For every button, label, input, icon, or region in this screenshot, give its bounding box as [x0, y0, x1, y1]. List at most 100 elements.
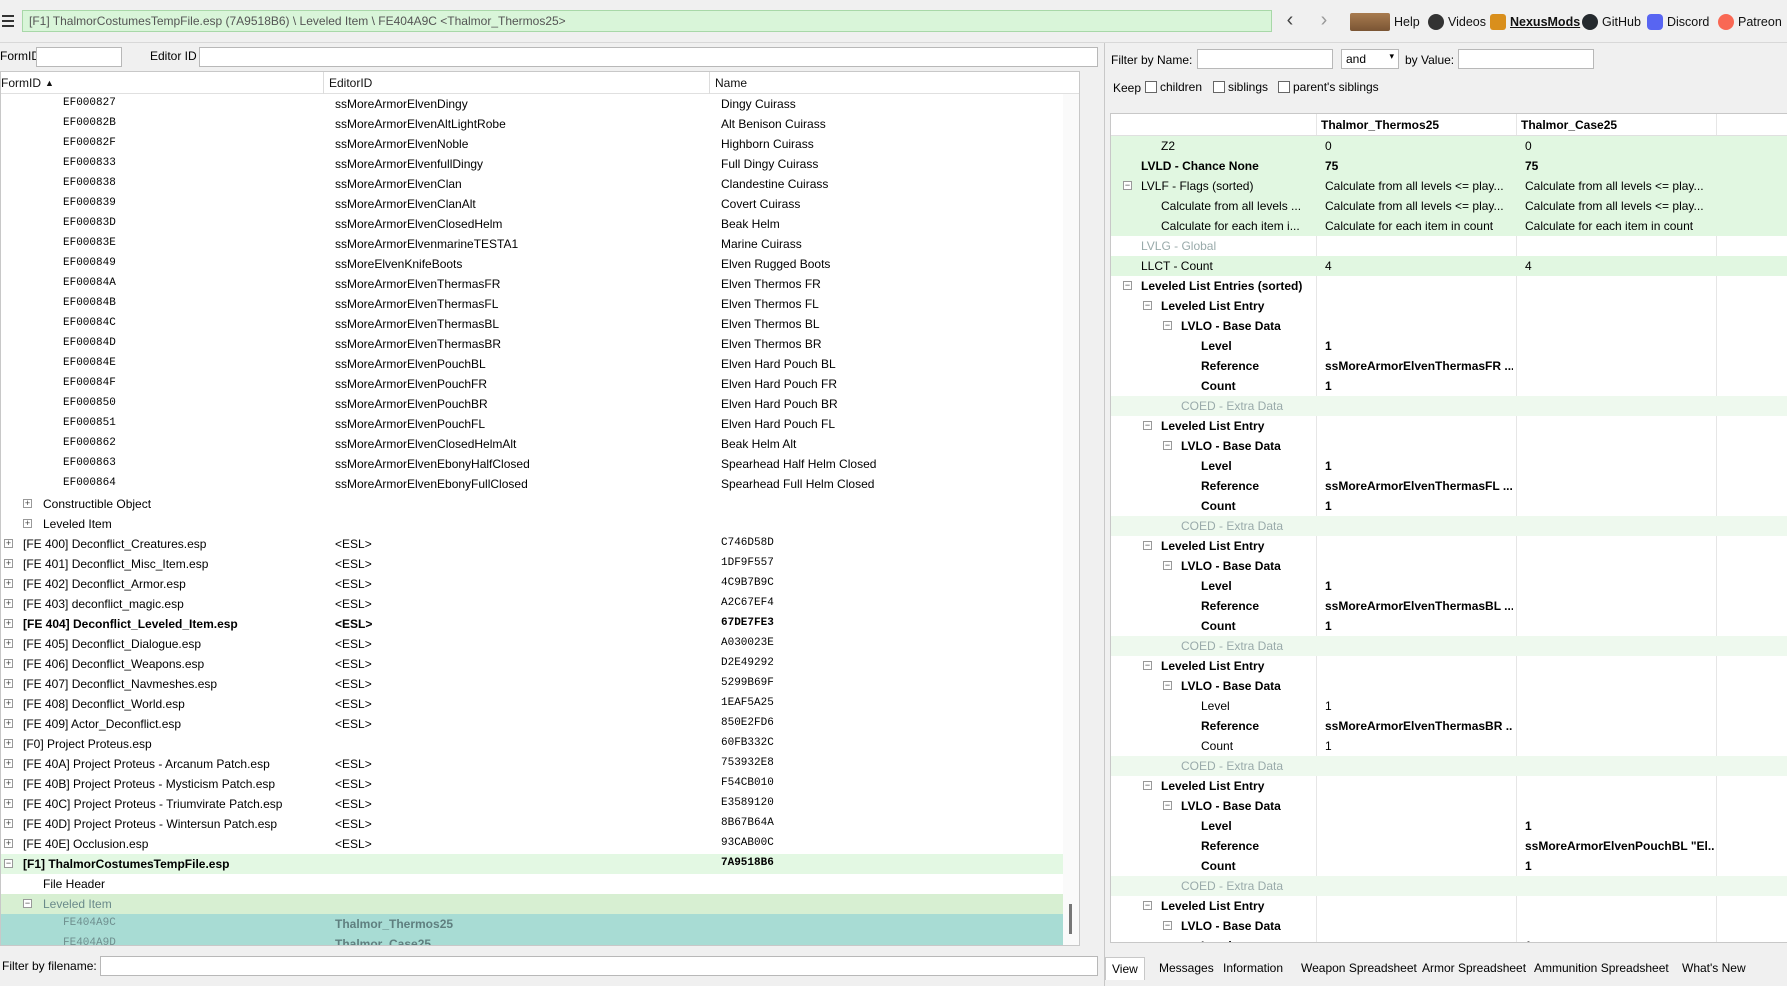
collapse-icon[interactable]: − [1143, 421, 1152, 430]
expand-icon[interactable]: + [4, 839, 13, 848]
field-row[interactable]: Count 1 [1111, 856, 1787, 876]
expand-icon[interactable]: + [4, 659, 13, 668]
base-data[interactable]: − LVLO - Base Data [1111, 676, 1787, 696]
table-row[interactable]: EF00084D ssMoreArmorElvenThermasBR Elven T… [1, 334, 1079, 354]
plugin-row[interactable]: + [FE 40A] Project Proteus - Arcanum Patc… [1, 754, 1079, 774]
record-path-bar[interactable]: [F1] ThalmorCostumesTempFile.esp (7A9518… [22, 10, 1272, 32]
active-plugin-row[interactable]: − [F1] ThalmorCostumesTempFile.esp 7A9518B… [1, 854, 1079, 874]
videos-link[interactable]: Videos [1428, 12, 1486, 32]
leveled-list-entry[interactable]: − Leveled List Entry [1111, 296, 1787, 316]
expand-icon[interactable]: + [4, 719, 13, 728]
field-row[interactable]: Count 1 [1111, 376, 1787, 396]
field-row[interactable]: Level 1 [1111, 696, 1787, 716]
plugin-row[interactable]: + [FE 40E] Occlusion.esp <ESL> 93CAB00C [1, 834, 1079, 854]
column-thalmor-case25[interactable]: Thalmor_Case25 [1521, 118, 1617, 132]
plugin-row[interactable]: + [FE 400] Deconflict_Creatures.esp <ESL> C… [1, 534, 1079, 554]
collapse-icon[interactable]: − [1163, 681, 1172, 690]
editorid-column-header[interactable]: EditorID [329, 76, 372, 90]
table-row[interactable]: EF00083D ssMoreArmorElvenClosedHelm Beak H… [1, 214, 1079, 234]
leveled-list-entry[interactable]: − Leveled List Entry [1111, 896, 1787, 916]
field-row[interactable]: Level 1 [1111, 576, 1787, 596]
plugin-row[interactable]: + [F0] Project Proteus.esp 60FB332C [1, 734, 1079, 754]
table-row[interactable]: EF000850 ssMoreArmorElvenPouchBR Elven Har… [1, 394, 1079, 414]
expand-icon[interactable]: + [4, 799, 13, 808]
field-row[interactable]: Level 1 [1111, 336, 1787, 356]
field-row[interactable]: Calculate for each item i... Calculate fo… [1111, 216, 1787, 236]
forward-arrow-icon[interactable]: › [1312, 8, 1336, 34]
field-row[interactable]: Calculate from all levels ... Calculate f… [1111, 196, 1787, 216]
collapse-icon[interactable]: − [1163, 801, 1172, 810]
base-data[interactable]: − LVLO - Base Data [1111, 916, 1787, 936]
leveled-list-entry[interactable]: − Leveled List Entry [1111, 656, 1787, 676]
formid-search-input[interactable] [36, 47, 122, 67]
column-thalmor-thermos25[interactable]: Thalmor_Thermos25 [1321, 118, 1439, 132]
field-row[interactable]: LVLG - Global [1111, 236, 1787, 256]
leveled-list-entry[interactable]: − Leveled List Entry [1111, 776, 1787, 796]
plugin-row[interactable]: + [FE 40D] Project Proteus - Wintersun Pa… [1, 814, 1079, 834]
expand-icon[interactable]: + [4, 699, 13, 708]
tree-group[interactable]: + Leveled Item [1, 514, 1079, 534]
plugin-row[interactable]: + [FE 40C] Project Proteus - Triumvirate … [1, 794, 1079, 814]
leveled-list-entry[interactable]: − Leveled List Entry [1111, 416, 1787, 436]
field-row[interactable]: Level 1 [1111, 816, 1787, 836]
plugin-row[interactable]: + [FE 405] Deconflict_Dialogue.esp <ESL> A0… [1, 634, 1079, 654]
table-row[interactable]: EF00084C ssMoreArmorElvenThermasBL Elven T… [1, 314, 1079, 334]
tab-weapon-spreadsheet[interactable]: Weapon Spreadsheet [1301, 961, 1417, 975]
expand-icon[interactable]: + [4, 679, 13, 688]
field-row[interactable]: Reference ssMoreArmorElvenPouchBL "El... [1111, 836, 1787, 856]
collapse-icon[interactable]: − [1143, 661, 1152, 670]
field-row[interactable]: Count 1 [1111, 736, 1787, 756]
collapse-icon[interactable]: − [1143, 901, 1152, 910]
collapse-icon[interactable]: − [23, 899, 32, 908]
collapse-icon[interactable]: − [1123, 181, 1132, 190]
collapse-icon[interactable]: − [1143, 301, 1152, 310]
table-row[interactable]: EF00082B ssMoreArmorElvenAltLightRobe Alt… [1, 114, 1079, 134]
field-row[interactable]: COED - Extra Data [1111, 756, 1787, 776]
table-row[interactable]: EF000838 ssMoreArmorElvenClan Clandestine … [1, 174, 1079, 194]
selected-record-row[interactable]: FE404A9C Thalmor_Thermos25 [1, 914, 1079, 934]
keep-parents-siblings-checkbox[interactable]: parent's siblings [1278, 80, 1379, 94]
tab-armor-spreadsheet[interactable]: Armor Spreadsheet [1422, 961, 1526, 975]
field-row[interactable]: Level 1 [1111, 936, 1787, 942]
field-row[interactable]: COED - Extra Data [1111, 396, 1787, 416]
collapse-icon[interactable]: − [1163, 441, 1172, 450]
table-row[interactable]: EF00084E ssMoreArmorElvenPouchBL Elven Har… [1, 354, 1079, 374]
tree-group[interactable]: + Constructible Object [1, 494, 1079, 514]
table-row[interactable]: EF000827 ssMoreArmorElvenDingy Dingy Cuira… [1, 94, 1079, 114]
table-row[interactable]: EF000833 ssMoreArmorElvenfullDingy Full Di… [1, 154, 1079, 174]
plugin-row[interactable]: + [FE 407] Deconflict_Navmeshes.esp <ESL> 5… [1, 674, 1079, 694]
field-row[interactable]: Reference ssMoreArmorElvenThermasBL ... [1111, 596, 1787, 616]
plugin-row[interactable]: + [FE 404] Deconflict_Leveled_Item.esp <ES… [1, 614, 1079, 634]
keep-siblings-checkbox[interactable]: siblings [1213, 80, 1268, 94]
expand-icon[interactable]: + [23, 519, 32, 528]
expand-icon[interactable]: + [4, 779, 13, 788]
expand-icon[interactable]: + [4, 819, 13, 828]
expand-icon[interactable]: + [4, 539, 13, 548]
field-row[interactable]: Reference ssMoreArmorElvenThermasFL ... [1111, 476, 1787, 496]
field-row[interactable]: − Leveled List Entries (sorted) [1111, 276, 1787, 296]
table-row[interactable]: EF000851 ssMoreArmorElvenPouchFL Elven Har… [1, 414, 1079, 434]
collapse-icon[interactable]: − [4, 859, 13, 868]
nexusmods-link[interactable]: NexusMods [1490, 12, 1580, 32]
table-row[interactable]: EF00083E ssMoreArmorElvenmarineTESTA1 Mari… [1, 234, 1079, 254]
tab-information[interactable]: Information [1223, 961, 1283, 975]
table-row[interactable]: EF00084F ssMoreArmorElvenPouchFR Elven Har… [1, 374, 1079, 394]
table-row[interactable]: EF00082F ssMoreArmorElvenNoble Highborn Cu… [1, 134, 1079, 154]
table-row[interactable]: EF000863 ssMoreArmorElvenEbonyHalfClosed S… [1, 454, 1079, 474]
field-row[interactable]: Count 1 [1111, 496, 1787, 516]
field-row[interactable]: Reference ssMoreArmorElvenThermasBR ... [1111, 716, 1787, 736]
filter-filename-input[interactable] [100, 956, 1098, 976]
tab-whats-new[interactable]: What's New [1682, 961, 1746, 975]
collapse-icon[interactable]: − [1143, 541, 1152, 550]
field-row[interactable]: Reference ssMoreArmorElvenThermasFR ... [1111, 356, 1787, 376]
editorid-search-input[interactable] [199, 47, 1098, 67]
expand-icon[interactable]: + [4, 619, 13, 628]
plugin-row[interactable]: + [FE 402] Deconflict_Armor.esp <ESL> 4C9B7… [1, 574, 1079, 594]
base-data[interactable]: − LVLO - Base Data [1111, 316, 1787, 336]
table-row[interactable]: EF000849 ssMoreElvenKnifeBoots Elven Rugge… [1, 254, 1079, 274]
collapse-icon[interactable]: − [1163, 561, 1172, 570]
selected-record-row[interactable]: FE404A9D Thalmor_Case25 [1, 934, 1079, 945]
expand-icon[interactable]: + [4, 639, 13, 648]
field-row[interactable]: Count 1 [1111, 616, 1787, 636]
keep-children-checkbox[interactable]: children [1145, 80, 1202, 94]
